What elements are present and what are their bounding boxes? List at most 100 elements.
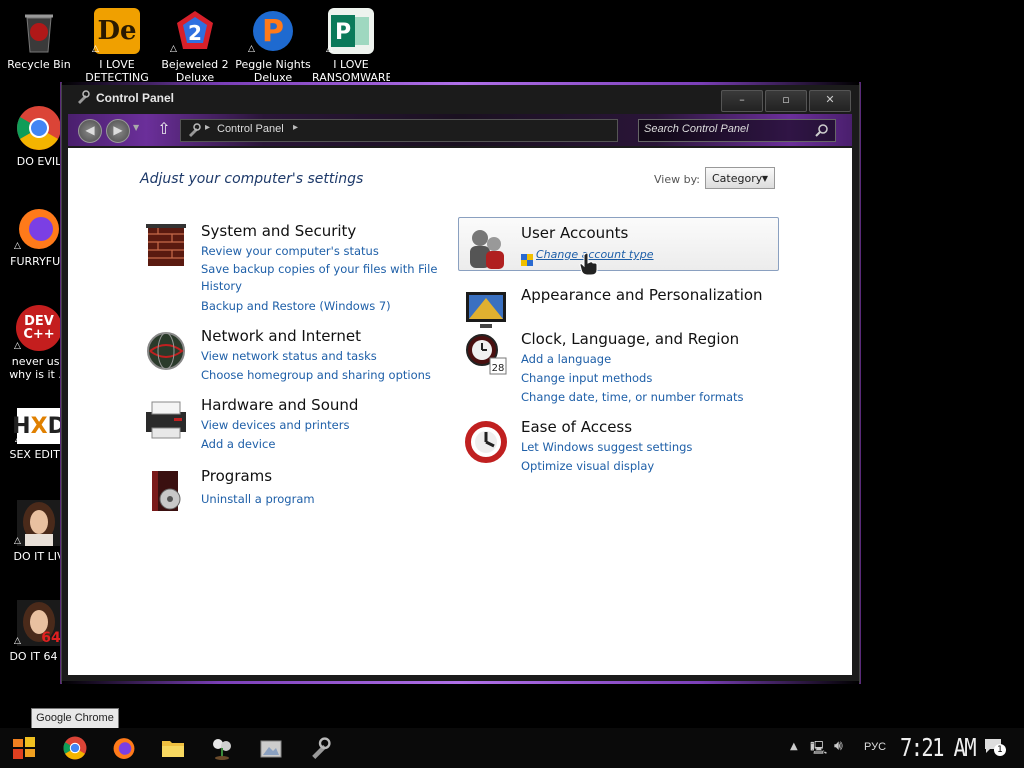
back-button[interactable]: ◀ — [78, 119, 102, 143]
shortcut-arrow-icon: △ — [248, 44, 255, 54]
link-uninstall-program[interactable]: Uninstall a program — [201, 492, 315, 506]
window-title: Control Panel — [96, 91, 175, 105]
taskbar-clock[interactable]: 7:21 AM — [900, 733, 977, 762]
category-title[interactable]: Programs — [201, 467, 272, 485]
hxd-icon: H X D △ — [12, 408, 66, 444]
portrait-icon: △ — [14, 500, 62, 546]
plant-icon — [213, 739, 231, 760]
folder-icon — [162, 741, 184, 757]
svg-text:28: 28 — [492, 363, 505, 374]
category-title[interactable]: Network and Internet — [201, 327, 361, 345]
link-file-history[interactable]: Save backup copies of your files with Fi… — [201, 261, 447, 295]
publisher-icon: P △ — [326, 8, 374, 54]
chevron-down-icon: ▼ — [761, 174, 768, 183]
category-clock-language: 28 Clock, Language, and Region Add a lan… — [464, 330, 784, 410]
desktop-icon-i-love-ransomware[interactable]: P △ I LOVE RANSOMWARE — [312, 8, 390, 84]
svg-text:64: 64 — [41, 630, 61, 646]
category-title[interactable]: Ease of Access — [521, 418, 632, 436]
title-bar[interactable]: Control Panel – ▫ ✕ — [62, 84, 859, 112]
link-optimize-display[interactable]: Optimize visual display — [521, 459, 654, 473]
link-backup-restore[interactable]: Backup and Restore (Windows 7) — [201, 299, 391, 313]
bejeweled-icon: 2 △ — [170, 8, 218, 54]
appearance-monitor-icon — [466, 292, 506, 328]
address-bar[interactable]: ▸ Control Panel ▸ — [180, 119, 618, 142]
desktop-icon-label: I LOVE RANSOMWARE — [312, 58, 390, 84]
category-title[interactable]: Hardware and Sound — [201, 396, 358, 414]
navigation-bar: ◀ ▶ ▼ ⇧ ▸ Control Panel ▸ Search Control… — [68, 114, 852, 146]
taskbar-plants-game[interactable] — [208, 734, 236, 762]
programs-box-icon — [152, 471, 181, 511]
shortcut-arrow-icon: △ — [15, 434, 22, 444]
link-date-formats[interactable]: Change date, time, or number formats — [521, 390, 744, 404]
search-icon[interactable] — [815, 123, 829, 137]
chrome-icon — [16, 105, 62, 151]
show-hidden-icons-chevron-icon[interactable]: ▲ — [790, 741, 798, 752]
ease-of-access-icon — [465, 421, 507, 463]
link-windows-suggest[interactable]: Let Windows suggest settings — [521, 440, 692, 454]
taskbar-firefox[interactable] — [110, 734, 138, 762]
link-input-methods[interactable]: Change input methods — [521, 371, 652, 385]
category-title[interactable]: Appearance and Personalization — [521, 286, 763, 304]
back-arrow-icon: ◀ — [85, 123, 95, 137]
svg-text:P: P — [262, 14, 284, 49]
category-user-accounts[interactable]: User Accounts Change account type — [464, 224, 774, 276]
link-add-device[interactable]: Add a device — [201, 437, 275, 451]
taskbar-image-viewer[interactable] — [257, 734, 285, 762]
taskbar: ▲ 🖳 🔊︎ РУС 7:21 AM 1 — [0, 728, 1024, 768]
breadcrumb-chevron-icon[interactable]: ▸ — [205, 122, 210, 133]
desktop-icon-peggle[interactable]: P △ Peggle Nights Deluxe — [234, 8, 312, 84]
link-add-language[interactable]: Add a language — [521, 352, 611, 366]
shortcut-arrow-icon: △ — [170, 44, 177, 54]
shortcut-arrow-icon: △ — [326, 44, 333, 54]
content-pane: Adjust your computer's settings View by:… — [68, 148, 852, 675]
breadcrumb-control-panel[interactable]: Control Panel — [217, 123, 284, 135]
taskbar-control-panel[interactable] — [306, 734, 334, 762]
view-by-label: View by: — [654, 173, 700, 186]
input-language-indicator[interactable]: РУС — [864, 741, 886, 753]
firefox-icon — [113, 738, 135, 759]
desktop-icon-label: I LOVE DETECTING — [85, 58, 149, 84]
dev-cpp-icon: DEV C++ △ — [14, 305, 62, 351]
window-glow-bottom — [62, 681, 859, 684]
maximize-button[interactable]: ▫ — [765, 90, 807, 112]
link-network-status[interactable]: View network status and tasks — [201, 349, 377, 363]
link-review-status[interactable]: Review your computer's status — [201, 244, 379, 258]
category-title[interactable]: System and Security — [201, 222, 356, 240]
notification-center-button[interactable]: 1 — [984, 738, 1006, 756]
hand-cursor-icon — [579, 252, 599, 280]
category-title[interactable]: User Accounts — [521, 224, 628, 242]
view-by-value: Category — [712, 172, 763, 185]
breadcrumb-chevron-icon[interactable]: ▸ — [293, 122, 298, 133]
volume-icon[interactable]: 🔊︎ — [834, 738, 843, 754]
network-icon[interactable]: 🖳 — [810, 739, 827, 761]
link-homegroup[interactable]: Choose homegroup and sharing options — [201, 368, 431, 382]
taskbar-chrome[interactable] — [61, 734, 89, 762]
up-button[interactable]: ⇧ — [154, 120, 174, 140]
desktop-icon-label: Bejeweled 2 Deluxe — [161, 58, 229, 84]
control-panel-icon — [78, 90, 90, 104]
taskbar-file-explorer[interactable] — [159, 734, 187, 762]
portrait-64-icon: 64 △ — [14, 600, 62, 646]
view-by-dropdown[interactable]: Category ▼ — [705, 167, 775, 189]
desktop-icon-recycle-bin[interactable]: Recycle Bin — [0, 8, 78, 71]
search-input[interactable]: Search Control Panel — [638, 119, 836, 142]
start-button[interactable] — [10, 734, 38, 762]
forward-button[interactable]: ▶ — [106, 119, 130, 143]
desktop-icon-bejeweled[interactable]: 2 △ Bejeweled 2 Deluxe — [156, 8, 234, 84]
desktop-icon-label: Recycle Bin — [7, 58, 71, 71]
network-globe-icon — [147, 332, 185, 370]
shortcut-arrow-icon: △ — [14, 341, 21, 351]
clock-calendar-icon: 28 — [466, 334, 507, 375]
link-devices-printers[interactable]: View devices and printers — [201, 418, 349, 432]
peggle-icon: P △ — [248, 8, 296, 54]
control-panel-icon — [189, 123, 201, 137]
category-title[interactable]: Clock, Language, and Region — [521, 330, 739, 348]
close-button[interactable]: ✕ — [809, 90, 851, 112]
category-programs: Programs Uninstall a program — [144, 467, 464, 517]
user-accounts-icon — [470, 230, 504, 269]
minimize-button[interactable]: – — [721, 90, 763, 112]
svg-text:2: 2 — [188, 21, 202, 45]
forward-arrow-icon: ▶ — [113, 123, 123, 137]
recent-locations-dropdown[interactable]: ▼ — [133, 123, 139, 132]
desktop-icon-i-love-detecting[interactable]: De △ I LOVE DETECTING — [78, 8, 156, 84]
